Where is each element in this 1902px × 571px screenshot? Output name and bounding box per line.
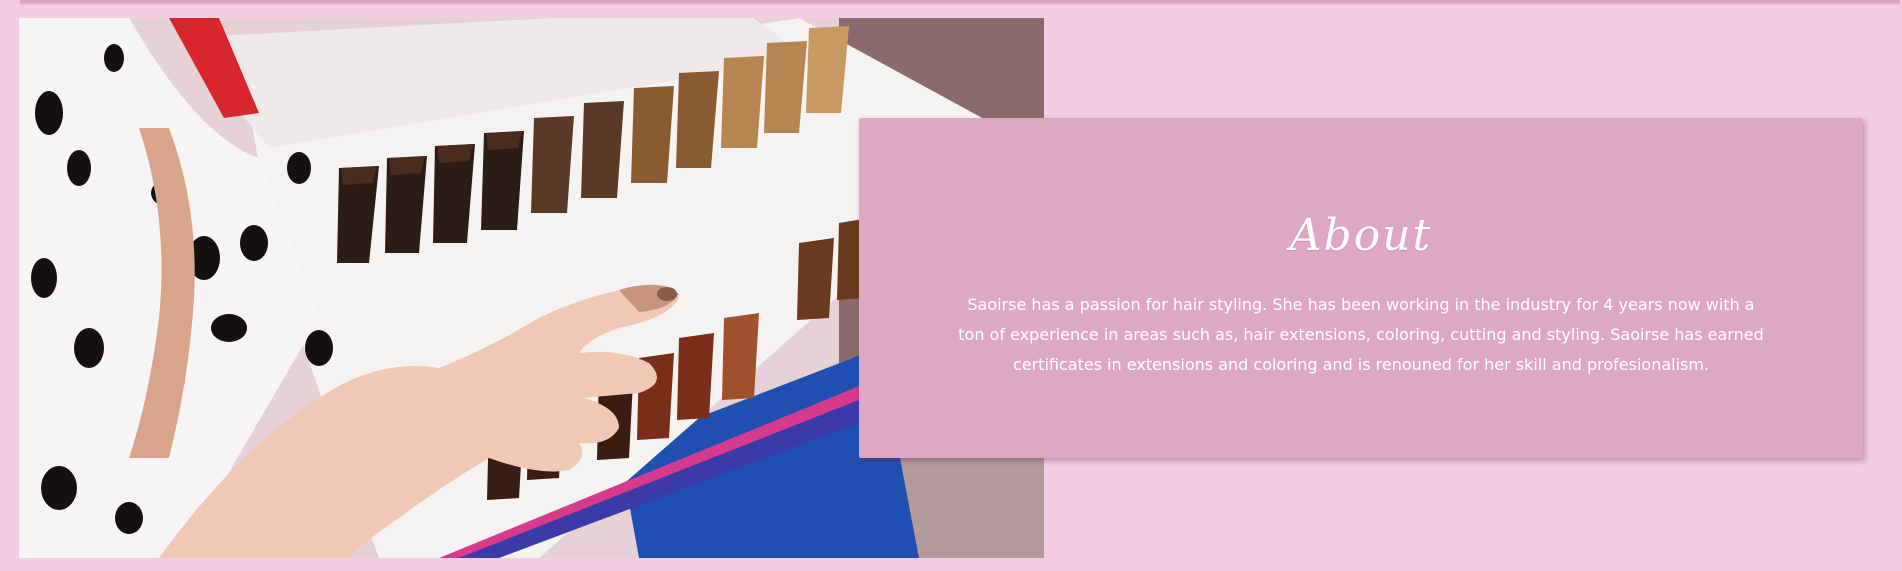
section-divider bbox=[20, 0, 1900, 3]
about-heading: About bbox=[1289, 210, 1433, 261]
about-description: Saoirse has a passion for hair styling. … bbox=[958, 295, 1764, 374]
about-section: About Saoirse has a passion for hair sty… bbox=[0, 0, 1902, 571]
about-card: About Saoirse has a passion for hair sty… bbox=[859, 118, 1863, 458]
